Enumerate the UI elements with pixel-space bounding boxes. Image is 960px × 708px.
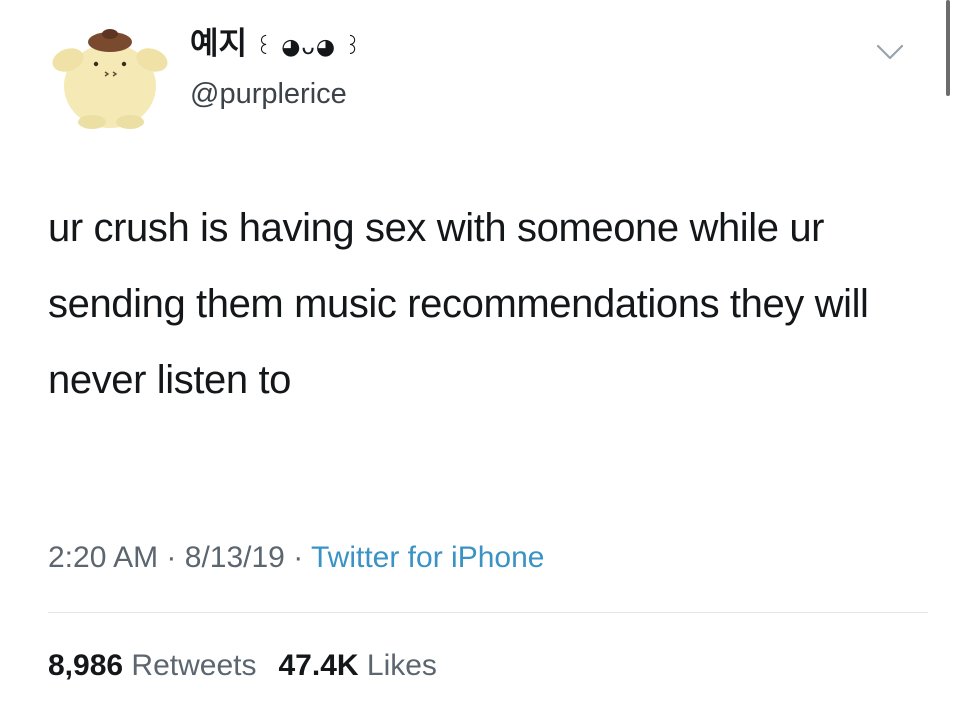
scrollbar[interactable] <box>946 0 950 96</box>
meta-separator: · <box>166 541 177 574</box>
tweet-stats: 8,986 Retweets 47.4K Likes <box>48 644 437 688</box>
meta-separator: · <box>293 541 304 574</box>
display-name-text: 예지 <box>190 26 248 62</box>
tweet-time[interactable]: 2:20 AM <box>48 541 158 574</box>
display-name[interactable]: 예지 ꒰ ◕ᴗ◕ ꒱ <box>190 26 362 66</box>
tweet-date[interactable]: 8/13/19 <box>185 541 285 574</box>
likes-label: Likes <box>366 649 437 682</box>
likes-stat[interactable]: 47.4K Likes <box>278 649 436 682</box>
tweet-source-link[interactable]: Twitter for iPhone <box>311 541 544 574</box>
tweet-meta: 2:20 AM · 8/13/19 · Twitter for iPhone <box>48 536 544 580</box>
chevron-down-icon[interactable] <box>876 42 904 62</box>
pompompurin-avatar-icon <box>52 29 168 129</box>
retweets-count: 8,986 <box>48 649 124 682</box>
user-handle[interactable]: @purplerice <box>190 76 347 112</box>
likes-count: 47.4K <box>278 649 359 682</box>
retweets-stat[interactable]: 8,986 Retweets <box>48 649 256 682</box>
retweets-label: Retweets <box>131 649 257 682</box>
tweet-card: 예지 ꒰ ◕ᴗ◕ ꒱ @purplerice ur crush is having… <box>0 0 960 708</box>
tweet-text: ur crush is having sex with someone whil… <box>48 206 869 402</box>
display-name-emoticon: ꒰ ◕ᴗ◕ ꒱ <box>255 35 363 60</box>
divider <box>48 612 928 613</box>
avatar[interactable] <box>50 12 172 134</box>
